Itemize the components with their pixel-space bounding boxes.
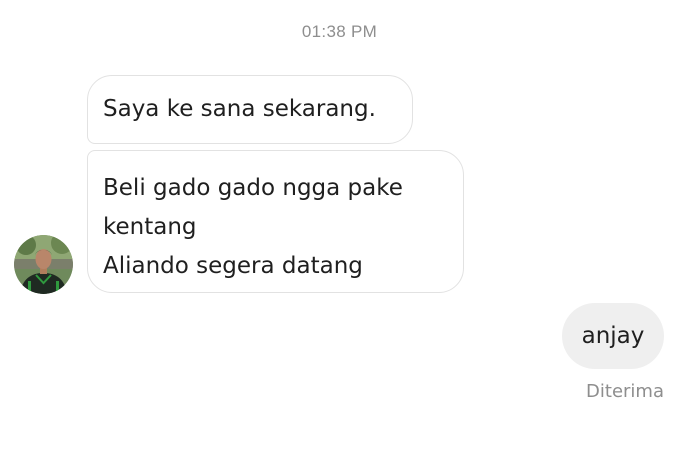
message-timestamp: 01:38 PM: [301, 22, 378, 41]
delivery-status: Diterima: [586, 381, 664, 402]
message-text-line: kentang: [103, 214, 197, 240]
message-text: anjay: [581, 323, 645, 349]
message-text: Saya ke sana sekarang.: [103, 96, 376, 122]
message-text-line: Aliando segera datang: [103, 253, 363, 279]
sender-avatar[interactable]: [14, 235, 73, 294]
outgoing-message-bubble[interactable]: anjay: [562, 303, 664, 369]
message-text-line: Beli gado gado ngga pake: [103, 175, 403, 201]
profile-photo-icon: [14, 235, 73, 294]
incoming-message-bubble[interactable]: Saya ke sana sekarang.: [87, 75, 413, 144]
incoming-message-bubble[interactable]: Beli gado gado ngga pake kentang Aliando…: [87, 150, 464, 293]
